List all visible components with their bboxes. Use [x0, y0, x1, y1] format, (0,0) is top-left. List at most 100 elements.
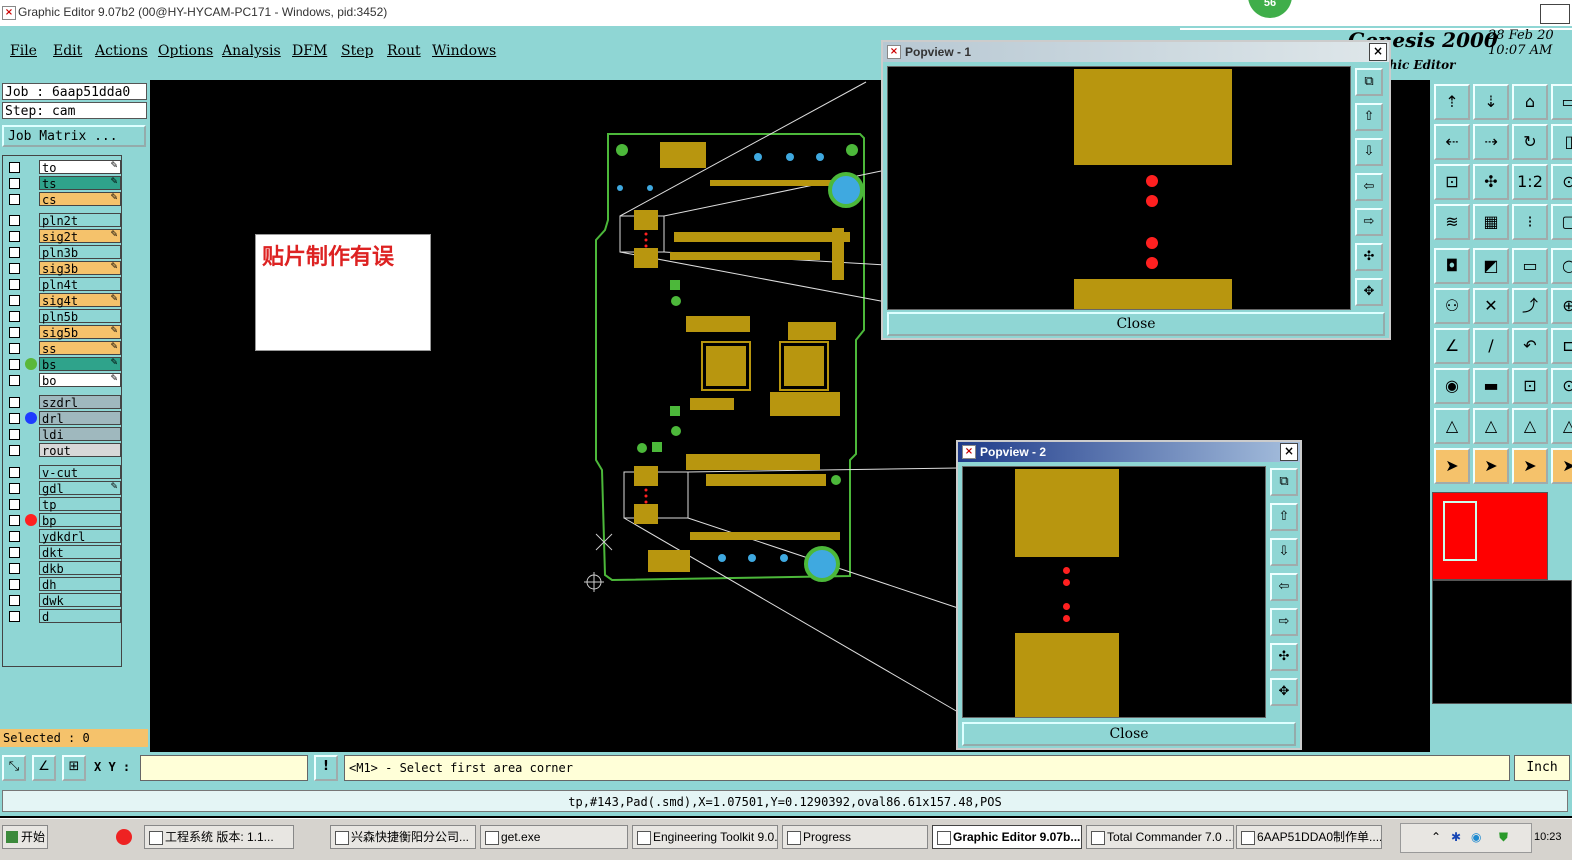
layer-name[interactable]: sig3b ✎: [39, 261, 121, 276]
arrow-icon[interactable]: ⤴: [1512, 288, 1548, 324]
layer-row-v-cut[interactable]: v-cut: [5, 465, 121, 480]
layer-checkbox[interactable]: [9, 295, 20, 306]
snap-icon[interactable]: ◉: [1434, 368, 1470, 404]
layer-row-pln4t[interactable]: pln4t: [5, 277, 121, 292]
home-icon[interactable]: ⌂: [1512, 84, 1548, 120]
layer-row-dwk[interactable]: dwk: [5, 593, 121, 608]
layer-row-drl[interactable]: drl: [5, 411, 121, 426]
layer-checkbox[interactable]: [9, 263, 20, 274]
pointer-icon[interactable]: ➤: [1434, 448, 1470, 484]
popview-2-titlebar[interactable]: × Popview - 2 ×: [958, 442, 1300, 462]
layer-row-tp[interactable]: tp: [5, 497, 121, 512]
xy-input[interactable]: [140, 755, 308, 781]
taskbar-button[interactable]: 工程系统 版本: 1.1...: [144, 825, 294, 849]
pan-up-icon[interactable]: ⇧: [1355, 103, 1383, 131]
layer-checkbox[interactable]: [9, 483, 20, 494]
pin-icon[interactable]: ⊕: [1551, 288, 1572, 324]
snap-icon[interactable]: ⤡: [2, 755, 26, 781]
layer-checkbox[interactable]: [9, 499, 20, 510]
layer-row-bp[interactable]: bp: [5, 513, 121, 528]
triangle-b-icon[interactable]: △: [1473, 408, 1509, 444]
layer-name[interactable]: tp: [39, 497, 121, 512]
taskbar-button[interactable]: Total Commander 7.0 ...: [1086, 825, 1234, 849]
zoom-in-icon[interactable]: ✣: [1270, 643, 1298, 671]
layer-checkbox[interactable]: [9, 343, 20, 354]
layer-name[interactable]: dkt: [39, 545, 121, 560]
security-icon[interactable]: ⛊: [1499, 830, 1508, 845]
layer-checkbox[interactable]: [9, 279, 20, 290]
layer-icon[interactable]: ▯: [1551, 124, 1572, 160]
window-control-button[interactable]: [1540, 4, 1570, 24]
layer-row-ts[interactable]: ts ✎: [5, 176, 121, 191]
layer-name[interactable]: dwk: [39, 593, 121, 608]
layer-checkbox[interactable]: [9, 429, 20, 440]
layer-row-szdrl[interactable]: szdrl: [5, 395, 121, 410]
menu-dfm[interactable]: DFM: [292, 43, 327, 59]
layer-checkbox[interactable]: [9, 375, 20, 386]
layer-row-sig5b[interactable]: sig5b ✎: [5, 325, 121, 340]
layer-row-ss[interactable]: ss ✎: [5, 341, 121, 356]
pan-up-icon[interactable]: ⇧: [1270, 503, 1298, 531]
grid-icon[interactable]: ⊞: [62, 755, 86, 781]
menu-windows[interactable]: Windows: [432, 43, 496, 59]
layer-checkbox[interactable]: [9, 359, 20, 370]
line-red-icon[interactable]: ▬: [1473, 368, 1509, 404]
arc-icon[interactable]: ↶: [1512, 328, 1548, 364]
popview-2-view[interactable]: [962, 466, 1266, 718]
notification-badge[interactable]: 56: [1248, 0, 1292, 18]
triangle-icon[interactable]: △: [1434, 408, 1470, 444]
layer-checkbox[interactable]: [9, 595, 20, 606]
layer-row-bs[interactable]: bs ✎: [5, 357, 121, 372]
triangle-d-icon[interactable]: △: [1551, 408, 1572, 444]
layer-name[interactable]: bp: [39, 513, 121, 528]
layer-name[interactable]: ldi: [39, 427, 121, 442]
zoom-icon[interactable]: ⊙: [1551, 164, 1572, 200]
layer-name[interactable]: sig5b ✎: [39, 325, 121, 340]
pointer-b-icon[interactable]: ➤: [1473, 448, 1509, 484]
layer-checkbox[interactable]: [9, 162, 20, 173]
triangle-c-icon[interactable]: △: [1512, 408, 1548, 444]
cross-icon[interactable]: ✕: [1473, 288, 1509, 324]
popview-1-titlebar[interactable]: × Popview - 1 ×: [883, 42, 1389, 62]
pan-right-icon[interactable]: ⇨: [1270, 608, 1298, 636]
pan-down-icon[interactable]: ⇩: [1355, 138, 1383, 166]
layer-row-pln5b[interactable]: pln5b: [5, 309, 121, 324]
layer-name[interactable]: sig4t ✎: [39, 293, 121, 308]
layer-name[interactable]: ydkdrl: [39, 529, 121, 544]
layer-name[interactable]: bo ✎: [39, 373, 121, 388]
menu-file[interactable]: File: [10, 43, 37, 59]
zoom-in-icon[interactable]: ✣: [1355, 243, 1383, 271]
layer-checkbox[interactable]: [9, 327, 20, 338]
taskbar-button[interactable]: 6AAP51DDA0制作单....: [1236, 825, 1382, 849]
move-down-icon[interactable]: ⇣: [1473, 84, 1509, 120]
measure-icon[interactable]: ⊡: [1512, 368, 1548, 404]
popview-2-close-button[interactable]: Close: [962, 722, 1296, 746]
pointer-d-icon[interactable]: ➤: [1551, 448, 1572, 484]
layer-checkbox[interactable]: [9, 194, 20, 205]
pan-icon[interactable]: ✣: [1473, 164, 1509, 200]
diagonal-icon[interactable]: ∕: [1473, 328, 1509, 364]
circle-icon[interactable]: ○: [1551, 248, 1572, 284]
layer-row-rout[interactable]: rout: [5, 443, 121, 458]
layer-name[interactable]: bs ✎: [39, 357, 121, 372]
layer-row-sig3b[interactable]: sig3b ✎: [5, 261, 121, 276]
layer-row-to[interactable]: to ✎: [5, 160, 121, 175]
connect-icon[interactable]: ⚇: [1434, 288, 1470, 324]
layer-name[interactable]: v-cut: [39, 465, 121, 480]
grid-icon[interactable]: ▦: [1473, 204, 1509, 240]
taskbar-button[interactable]: Graphic Editor 9.07b...: [932, 825, 1082, 849]
layer-row-pln3b[interactable]: pln3b: [5, 245, 121, 260]
layer-checkbox[interactable]: [9, 445, 20, 456]
job-matrix-button[interactable]: Job Matrix ...: [2, 125, 146, 147]
zoom-out-icon[interactable]: ✥: [1270, 678, 1298, 706]
pan-left-icon[interactable]: ⇦: [1355, 173, 1383, 201]
layer-row-bo[interactable]: bo ✎: [5, 373, 121, 388]
zoom-home-icon[interactable]: ⧉: [1270, 468, 1298, 496]
scale-icon[interactable]: 1:2: [1512, 164, 1548, 200]
layer-row-sig4t[interactable]: sig4t ✎: [5, 293, 121, 308]
layer-name[interactable]: dh: [39, 577, 121, 592]
tray-up-icon[interactable]: ⌃: [1431, 830, 1441, 844]
move-up-icon[interactable]: ⇡: [1434, 84, 1470, 120]
menu-rout[interactable]: Rout: [387, 43, 421, 59]
taskbar-button[interactable]: Engineering Toolkit 9.0...: [632, 825, 778, 849]
